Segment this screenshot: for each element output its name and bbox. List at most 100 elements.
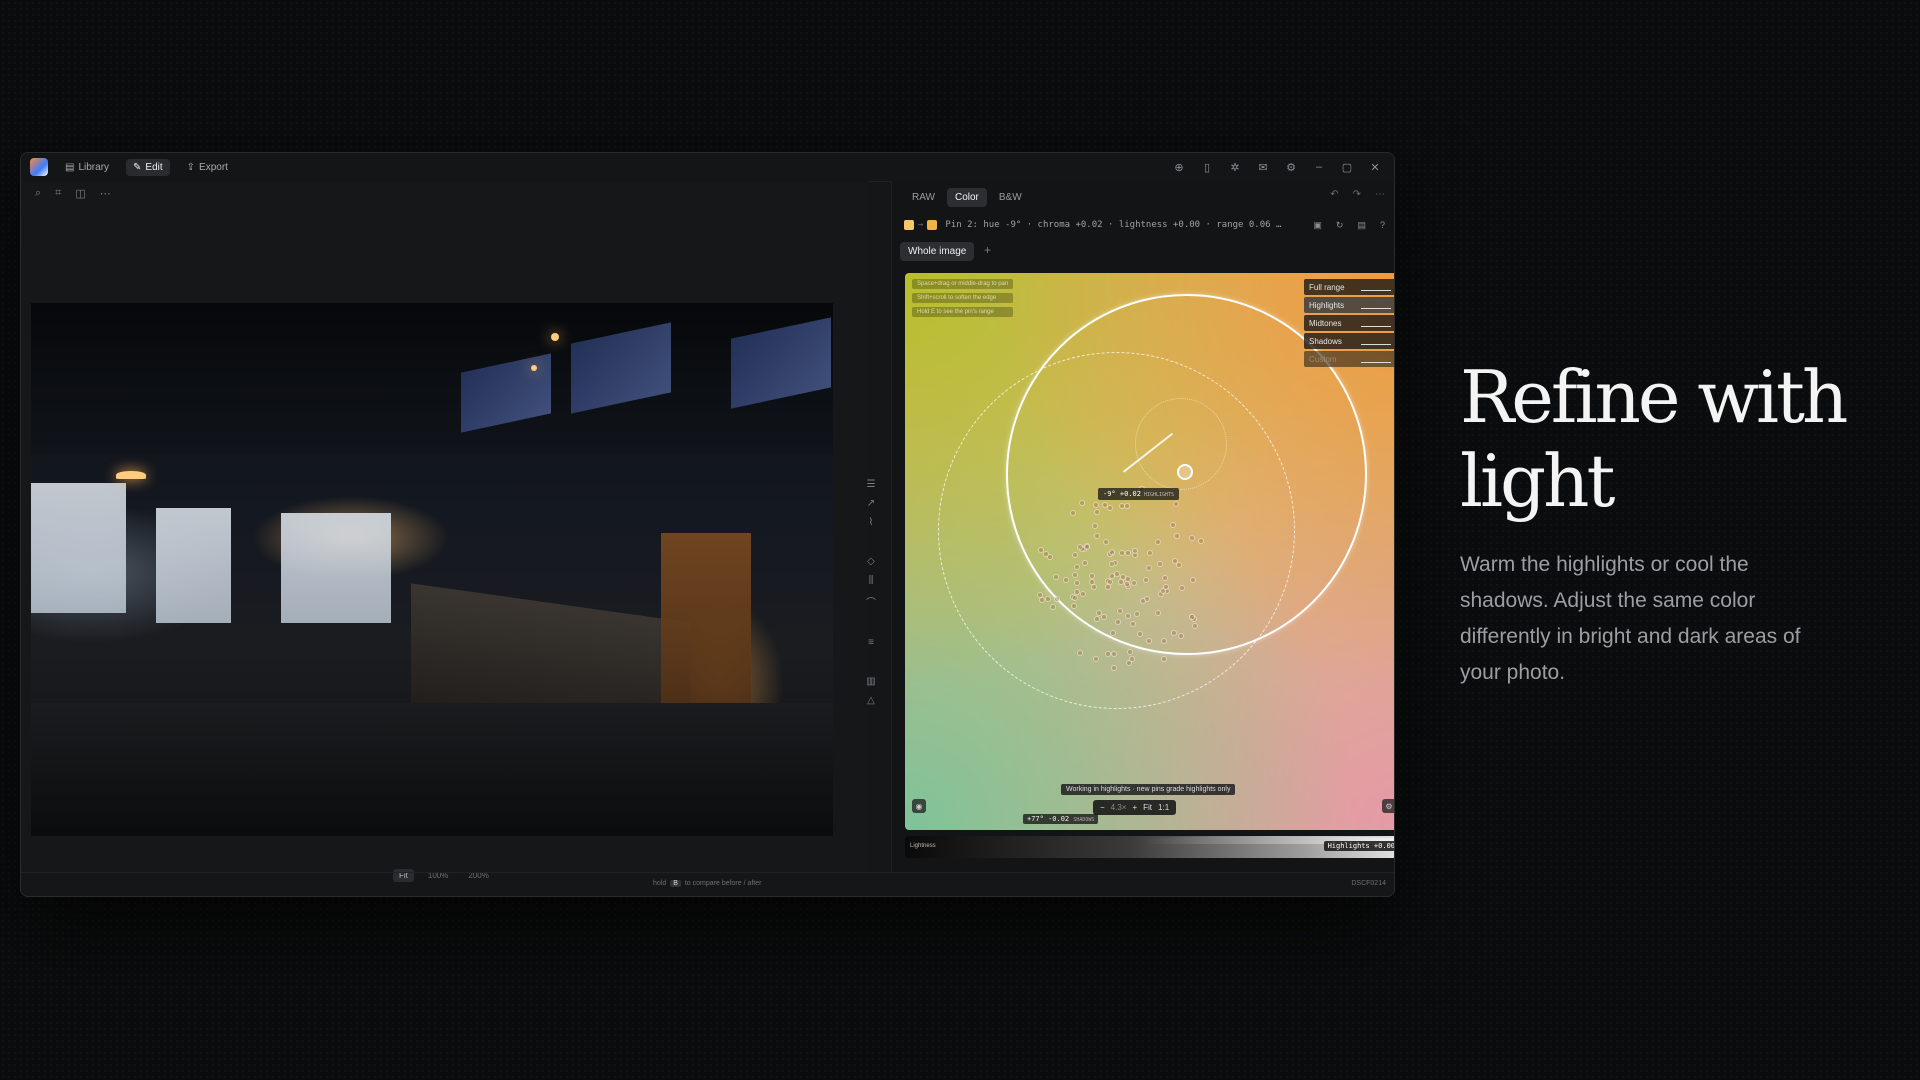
shadows-readout-tag: SHADOWS	[1073, 817, 1095, 823]
tab-raw[interactable]: RAW	[904, 188, 943, 207]
tone-curve-icon[interactable]: ⌒	[866, 594, 876, 609]
panel-more-icon[interactable]: ⋯	[1375, 189, 1385, 200]
range-midtones[interactable]: Midtones	[1304, 315, 1394, 331]
range-shadows[interactable]: Shadows	[1304, 333, 1394, 349]
globe-icon[interactable]: ⊕	[1172, 161, 1186, 174]
help-icon[interactable]: ?	[1380, 220, 1385, 231]
promo-headline: Refine with light	[1460, 355, 1848, 523]
nav-edit-label: Edit	[145, 161, 163, 173]
layout-icon[interactable]: ▤	[1357, 220, 1366, 231]
save-icon[interactable]: ▣	[1313, 220, 1322, 231]
eye-icon[interactable]: ◉	[912, 799, 926, 813]
pin-label: -9° +0.02 HIGHLIGHTS	[1098, 488, 1180, 500]
histogram-icon[interactable]: ▥	[866, 676, 875, 687]
more-icon[interactable]: ⋯	[100, 187, 111, 200]
zoom-fit-button[interactable]: Fit	[1143, 803, 1152, 812]
range-full-curve	[1361, 284, 1391, 291]
pixel-sample-dot	[1145, 564, 1152, 571]
pin-handle[interactable]	[1177, 464, 1193, 480]
pixel-sample-dot	[1172, 500, 1179, 507]
range-highlights-label: Highlights	[1309, 300, 1345, 310]
range-highlights[interactable]: Highlights	[1304, 297, 1394, 313]
nav-export-label: Export	[199, 161, 228, 173]
shadows-readout: +77° -0.02 SHADOWS	[1023, 814, 1099, 824]
photo-lamp-1	[551, 333, 559, 341]
pixel-sample-dot	[1109, 560, 1116, 567]
zoom-in-button[interactable]: +	[1132, 803, 1137, 812]
pixel-sample-dot	[1161, 575, 1168, 582]
plugin-icon[interactable]: ✲	[1228, 161, 1242, 174]
photo-lamp-2	[531, 365, 537, 371]
thermometer-icon[interactable]: ⌇	[869, 517, 874, 528]
pixel-sample-dot	[1109, 548, 1116, 555]
pixel-sample-dot	[1106, 578, 1113, 585]
pixel-sample-dot	[1078, 500, 1085, 507]
titlebar: ▤ Library ✎ Edit ⇪ Export ⊕ ▯ ✲ ✉ ⚙ – ▢ …	[21, 153, 1394, 182]
add-mask-icon[interactable]: +	[984, 243, 991, 257]
pixel-sample-dot	[1077, 543, 1084, 550]
nav-library-button[interactable]: ▤ Library	[58, 159, 116, 176]
crop-icon[interactable]: ⌗	[55, 187, 61, 200]
lightness-bar[interactable]: Lightness Highlights +0.00	[905, 836, 1394, 858]
library-icon: ▤	[65, 161, 75, 173]
range-custom-label: Custom	[1309, 354, 1337, 364]
statusbar: hold B to compare before / after DSCF021…	[21, 872, 1394, 896]
pixel-sample-dot	[1129, 621, 1136, 628]
maximize-icon[interactable]: ▢	[1340, 161, 1354, 174]
photo-pendant-lamp	[116, 471, 146, 479]
pin-label-value: -9° +0.02	[1103, 490, 1141, 498]
pixel-sample-dot	[1124, 613, 1131, 620]
photo-ceiling	[31, 303, 833, 453]
compare-icon[interactable]: ◫	[75, 187, 85, 200]
range-custom-curve	[1361, 356, 1391, 363]
redo-icon[interactable]: ↷	[1353, 189, 1361, 200]
photo-preview[interactable]	[31, 303, 833, 836]
sliders-icon[interactable]: ☰	[867, 479, 876, 490]
pixel-sample-dot	[1071, 594, 1078, 601]
hint-pan: Space+drag or middle-drag to pan	[912, 279, 1014, 289]
curve-chart-icon[interactable]: ↗	[867, 498, 875, 509]
picker-icon[interactable]: ⌕	[35, 187, 41, 200]
tab-color[interactable]: Color	[946, 188, 987, 207]
pixel-sample-dot	[1094, 615, 1101, 622]
photo-window-left	[31, 483, 126, 613]
adjustment-toolbar: ☰ ↗ ⌇ ◇ ⫼ ⌒ ≡ ▥ △	[864, 479, 878, 706]
reset-icon[interactable]: ↻	[1336, 220, 1344, 231]
photo-floor	[31, 703, 833, 836]
book-icon[interactable]: ▯	[1200, 161, 1214, 174]
range-shadows-label: Shadows	[1309, 336, 1342, 346]
compare-hint-suffix: to compare before / after	[684, 880, 762, 887]
close-icon[interactable]: ✕	[1368, 161, 1382, 174]
zoom-1to1-button[interactable]: 1:1	[1158, 803, 1169, 812]
compare-hint: hold B to compare before / after	[653, 880, 761, 887]
range-custom[interactable]: Custom	[1304, 351, 1394, 367]
droplet-icon[interactable]: ◇	[867, 556, 875, 567]
pixel-sample-dot	[1136, 630, 1143, 637]
feedback-icon[interactable]: ✉	[1256, 161, 1270, 174]
lightness-label: Lightness	[910, 843, 936, 849]
pin-swatch-before	[904, 220, 914, 230]
mixer-icon[interactable]: ⫼	[869, 575, 874, 586]
tab-bw[interactable]: B&W	[991, 188, 1030, 207]
range-shadows-curve	[1361, 338, 1391, 345]
wheel-zoom-control: − 4.3× + Fit 1:1	[1093, 800, 1177, 815]
range-full[interactable]: Full range	[1304, 279, 1394, 295]
wheel-settings-icon[interactable]: ⚙	[1382, 799, 1394, 813]
settings-gear-icon[interactable]: ⚙	[1284, 161, 1298, 174]
minimize-icon[interactable]: –	[1312, 161, 1326, 173]
pixel-sample-dot	[1042, 550, 1049, 557]
pixel-sample-dot	[1188, 535, 1195, 542]
range-highlights-curve	[1361, 302, 1391, 309]
pixel-sample-dot	[1160, 638, 1167, 645]
whole-image-button[interactable]: Whole image	[900, 242, 975, 261]
pixel-sample-dot	[1071, 551, 1078, 558]
undo-icon[interactable]: ↶	[1330, 189, 1338, 200]
pixel-sample-dot	[1142, 576, 1149, 583]
color-wheel-field[interactable]: Space+drag or middle-drag to pan Shift+s…	[905, 273, 1394, 830]
zoom-out-button[interactable]: −	[1100, 803, 1105, 812]
nav-export-button[interactable]: ⇪ Export	[180, 159, 235, 176]
detail-icon[interactable]: ≡	[868, 637, 874, 648]
warning-icon[interactable]: △	[867, 695, 875, 706]
nav-edit-button[interactable]: ✎ Edit	[126, 158, 170, 176]
app-logo[interactable]	[30, 158, 48, 176]
